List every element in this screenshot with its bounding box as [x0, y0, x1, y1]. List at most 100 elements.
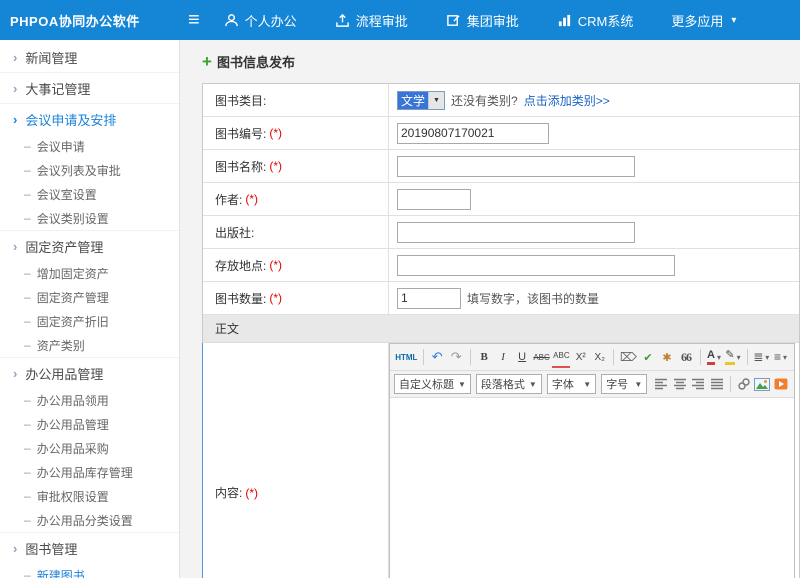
location-input[interactable] [397, 255, 675, 276]
sidebar-item-meeting-list[interactable]: –会议列表及审批 [0, 158, 179, 182]
underline-button[interactable]: U [514, 347, 531, 368]
chevron-down-icon: ▾ [783, 353, 787, 362]
toolbar-separator [470, 349, 471, 365]
book-name-input[interactable] [397, 156, 635, 177]
sidebar-item-memorabilia-mgmt[interactable]: ›大事记管理 [0, 73, 179, 103]
quick-format-button[interactable]: ✱ [659, 347, 676, 368]
highlight-color-button[interactable]: ✎▾ [725, 347, 742, 368]
required-mark: (*) [245, 192, 258, 206]
sidebar-item-asset-depreciation[interactable]: –固定资产折旧 [0, 309, 179, 333]
custom-style-select[interactable]: 自定义标题▼ [394, 374, 471, 394]
redo-button[interactable]: ↷ [448, 347, 465, 368]
body-section-header: 正文 [203, 315, 799, 343]
align-justify-button[interactable] [708, 374, 724, 394]
field-label: 图书类目: [203, 84, 389, 116]
unordered-list-button[interactable]: ≡▾ [772, 347, 789, 368]
nav-process-approval[interactable]: 流程审批 [335, 11, 408, 30]
sidebar-item-asset-category[interactable]: –资产类别 [0, 333, 179, 357]
font-size-select[interactable]: 字号▼ [601, 374, 647, 394]
page-title-text: 图书信息发布 [217, 52, 295, 71]
source-button[interactable]: HTML [395, 347, 418, 368]
superscript-button[interactable]: X² [572, 347, 589, 368]
sidebar-item-meeting-room-settings[interactable]: –会议室设置 [0, 182, 179, 206]
sidebar-item-meeting-category-settings[interactable]: –会议类别设置 [0, 206, 179, 230]
editor-toolbar-row2: 自定义标题▼ 段落格式▼ 字体▼ 字号▼ [390, 371, 794, 398]
sidebar-item-book-new[interactable]: –新建图书 [0, 563, 179, 578]
ordered-list-button[interactable]: ≣▾ [753, 347, 771, 368]
toolbar-separator [747, 349, 748, 365]
align-center-button[interactable] [672, 374, 688, 394]
sidebar-item-supplies-group[interactable]: ›办公用品管理 [0, 358, 179, 388]
bar-chart-icon [557, 13, 572, 28]
font-color-button[interactable]: A▾ [706, 347, 723, 368]
sidebar-item-asset-add[interactable]: –增加固定资产 [0, 261, 179, 285]
sidebar-item-meeting-group[interactable]: ›会议申请及安排 [0, 104, 179, 134]
nav-item-label: CRM系统 [578, 11, 634, 30]
nav-crm-system[interactable]: CRM系统 [557, 11, 634, 30]
book-publish-form: 图书类目: 文学 ▼ 还没有类别? 点击添加类别>> 图书编号: (*) [202, 83, 800, 578]
sidebar-item-approval-permission[interactable]: –审批权限设置 [0, 484, 179, 508]
form-row-book-name: 图书名称: (*) [203, 150, 799, 183]
label-text: 图书编号: [215, 125, 266, 142]
sidebar-item-supplies-inventory[interactable]: –办公用品库存管理 [0, 460, 179, 484]
insert-image-button[interactable] [754, 374, 770, 394]
toolbar-separator [700, 349, 701, 365]
blockquote-button[interactable]: 66 [678, 347, 695, 368]
sidebar-item-news-mgmt[interactable]: ›新闻管理 [0, 42, 179, 72]
undo-button[interactable]: ↶ [429, 347, 446, 368]
bold-button[interactable]: B [476, 347, 493, 368]
toolbar-separator [423, 349, 424, 365]
italic-button[interactable]: I [495, 347, 512, 368]
sidebar-item-label: 会议室设置 [37, 186, 97, 203]
clear-format-button[interactable]: ⌦ [619, 347, 637, 368]
sidebar-item-supplies-purchase[interactable]: –办公用品采购 [0, 436, 179, 460]
sidebar-item-label: 办公用品领用 [37, 392, 109, 409]
align-right-button[interactable] [690, 374, 706, 394]
subscript-button[interactable]: X₂ [591, 347, 608, 368]
nav-personal-office[interactable]: 个人办公 [224, 11, 297, 30]
nav-group-approval[interactable]: 集团审批 [446, 11, 519, 30]
sidebar-item-label: 固定资产折旧 [37, 313, 109, 330]
nav-more-apps[interactable]: 更多应用 ▾ [671, 11, 736, 30]
sidebar: ›新闻管理 ›大事记管理 ›会议申请及安排 –会议申请 –会议列表及审批 –会议… [0, 40, 180, 578]
sidebar-item-supplies-mgmt[interactable]: –办公用品管理 [0, 412, 179, 436]
quantity-input[interactable] [397, 288, 461, 309]
paragraph-format-select[interactable]: 段落格式▼ [476, 374, 542, 394]
sidebar-item-supplies-receive[interactable]: –办公用品领用 [0, 388, 179, 412]
sidebar-item-asset-group[interactable]: ›固定资产管理 [0, 231, 179, 261]
insert-link-button[interactable] [736, 374, 752, 394]
edit-square-icon [446, 13, 461, 28]
dash-icon: – [24, 417, 31, 431]
rich-text-editor: HTML ↶ ↷ B I U ABC ABC X² X₂ [389, 343, 795, 578]
form-row-author: 作者: (*) [203, 183, 799, 216]
spellcheck-button[interactable]: ABC [552, 347, 570, 368]
sidebar-item-asset-mgmt[interactable]: –固定资产管理 [0, 285, 179, 309]
plus-icon: + [202, 53, 212, 70]
nav-item-label: 流程审批 [356, 11, 408, 30]
font-family-select[interactable]: 字体▼ [547, 374, 596, 394]
link-icon [737, 377, 751, 391]
chevron-down-icon: ▾ [731, 15, 736, 26]
sidebar-item-supplies-category[interactable]: –办公用品分类设置 [0, 508, 179, 532]
book-no-input[interactable] [397, 123, 549, 144]
content-area: + 图书信息发布 图书类目: 文学 ▼ 还没有类别? 点击添加类别>> [180, 40, 800, 578]
main-layout: ›新闻管理 ›大事记管理 ›会议申请及安排 –会议申请 –会议列表及审批 –会议… [0, 40, 800, 578]
sidebar-item-books-group[interactable]: ›图书管理 [0, 533, 179, 563]
sidebar-item-meeting-apply[interactable]: –会议申请 [0, 134, 179, 158]
add-category-link[interactable]: 点击添加类别>> [524, 92, 610, 109]
align-left-button[interactable] [653, 374, 669, 394]
insert-media-button[interactable] [773, 374, 789, 394]
select-all-button[interactable]: ✔ [640, 347, 657, 368]
dash-icon: – [24, 163, 31, 177]
author-input[interactable] [397, 189, 471, 210]
sidebar-item-label: 新闻管理 [25, 48, 77, 67]
chevron-down-icon: ▾ [765, 353, 769, 362]
strikethrough-button[interactable]: ABC [533, 347, 551, 368]
dash-icon: – [24, 568, 31, 578]
editor-content-area[interactable] [390, 398, 794, 578]
publisher-input[interactable] [397, 222, 635, 243]
category-select[interactable]: 文学 ▼ [397, 91, 445, 110]
sidebar-item-label: 会议列表及审批 [37, 162, 121, 179]
hamburger-menu-icon[interactable]: ≡ [180, 10, 216, 30]
sidebar-item-label: 图书管理 [25, 539, 77, 558]
